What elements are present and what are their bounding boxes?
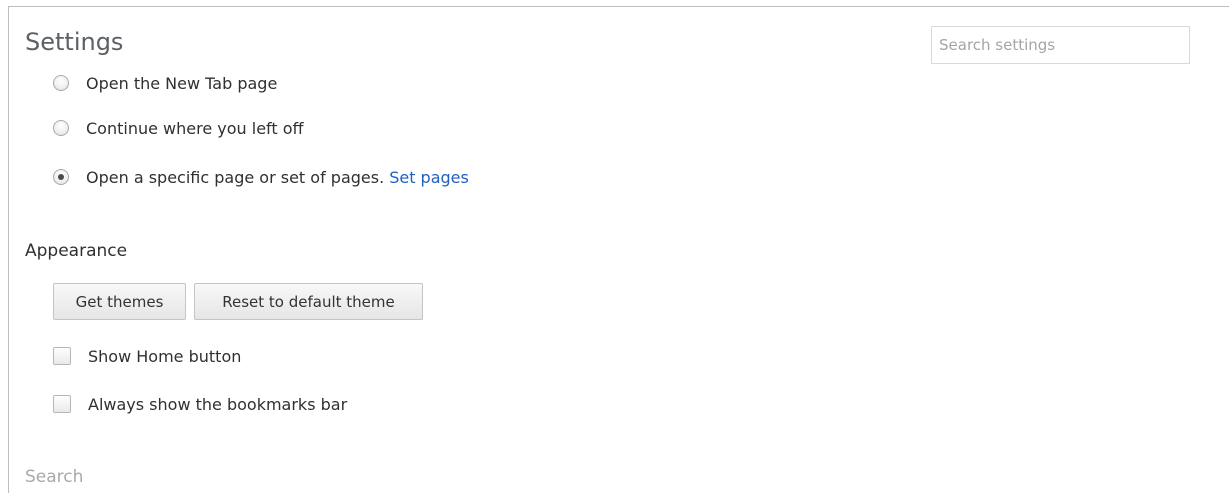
show-bookmarks-bar-option[interactable]: Always show the bookmarks bar — [53, 391, 347, 417]
show-home-button-option[interactable]: Show Home button — [53, 343, 241, 369]
startup-option-label: Open the New Tab page — [86, 73, 278, 93]
set-pages-link[interactable]: Set pages — [389, 168, 469, 187]
appearance-heading: Appearance — [25, 241, 128, 261]
radio-button[interactable] — [53, 120, 69, 136]
startup-option-specific-pages[interactable]: Open a specific page or set of pages. Se… — [53, 164, 469, 190]
radio-button[interactable] — [53, 75, 69, 91]
show-bookmarks-label: Always show the bookmarks bar — [88, 394, 348, 414]
show-home-checkbox[interactable] — [53, 347, 71, 365]
page-title: Settings — [25, 28, 124, 56]
search-heading: Search — [25, 467, 84, 487]
reset-theme-button[interactable]: Reset to default theme — [194, 283, 423, 320]
radio-button-selected[interactable] — [53, 169, 69, 185]
startup-option-continue[interactable]: Continue where you left off — [53, 115, 304, 141]
search-settings-input[interactable] — [931, 26, 1190, 64]
settings-panel: Settings Open the New Tab page Continue … — [8, 6, 1229, 493]
startup-option-new-tab[interactable]: Open the New Tab page — [53, 70, 277, 96]
get-themes-button[interactable]: Get themes — [53, 283, 186, 320]
show-home-label: Show Home button — [88, 346, 242, 366]
show-bookmarks-checkbox[interactable] — [53, 395, 71, 413]
startup-option-label: Open a specific page or set of pages. — [86, 167, 385, 187]
startup-option-label: Continue where you left off — [86, 118, 304, 138]
